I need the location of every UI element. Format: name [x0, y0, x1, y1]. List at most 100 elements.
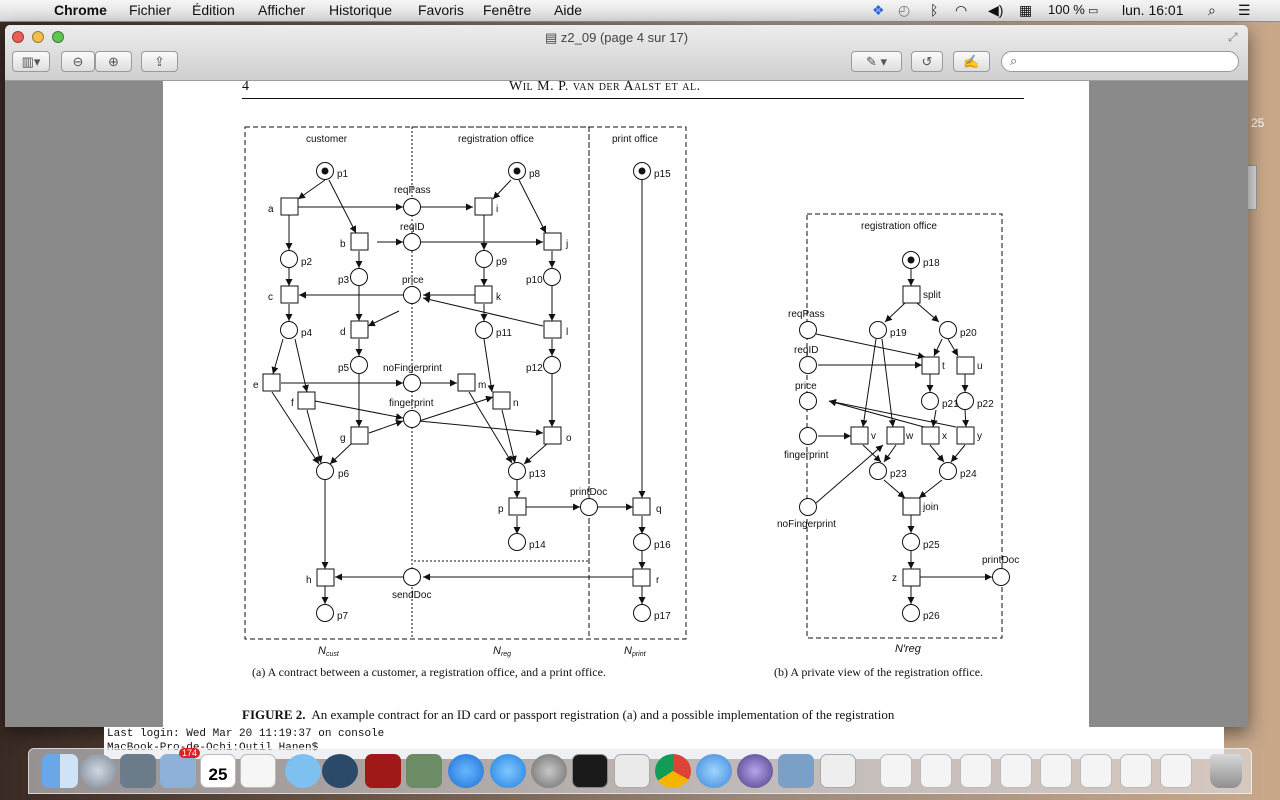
menu-file[interactable]: Fichier	[129, 2, 171, 18]
menu-edit[interactable]: Édition	[192, 2, 235, 18]
time-machine-icon[interactable]: ◴	[898, 2, 910, 19]
figure-caption-text: An example contract for an ID card or pa…	[311, 707, 895, 722]
eclipse-icon[interactable]	[737, 754, 773, 788]
transition-label: o	[566, 433, 572, 444]
channel-label: reqID	[400, 222, 424, 233]
system-preferences-icon[interactable]	[531, 754, 567, 788]
app-menu[interactable]: Chrome	[54, 2, 107, 18]
spotlight-icon[interactable]: ⌕	[1208, 2, 1216, 19]
transition-label: j	[565, 239, 568, 250]
edit-toolbar-button[interactable]: ✍	[953, 51, 990, 72]
transition-label: h	[306, 575, 312, 586]
petri-net-figure: customer registration office print offic…	[244, 126, 1019, 658]
clock[interactable]: lun. 16:01	[1122, 2, 1184, 18]
itunes-icon[interactable]	[448, 754, 484, 788]
iphoto-icon[interactable]	[406, 754, 442, 788]
documents-folder-icon[interactable]	[820, 754, 856, 788]
minimized-window-icon[interactable]	[1000, 754, 1032, 788]
arcs-a	[271, 179, 646, 604]
fullscreen-icon[interactable]: ⤢	[1228, 30, 1238, 45]
transition-label: y	[977, 431, 982, 442]
minimized-window-icon[interactable]	[880, 754, 912, 788]
mail-badge: 174	[178, 748, 200, 758]
title-bar: ▤ z2_09 (page 4 sur 17) ⤢ ▥▾ ⊖ ⊕ ⇪ ✎ ▾ ↺…	[5, 25, 1248, 81]
chrome-icon[interactable]	[655, 754, 691, 788]
place-label: p24	[960, 469, 977, 480]
transition-label: a	[268, 204, 274, 215]
calendar-icon[interactable]: 25	[200, 754, 236, 788]
mail-icon[interactable]: 174	[160, 748, 200, 788]
place-label: p14	[529, 540, 546, 551]
menu-bookmarks[interactable]: Favoris	[418, 2, 464, 18]
rotate-button[interactable]: ↺	[911, 51, 943, 72]
battery-icon[interactable]: ▭	[1088, 4, 1098, 17]
minimized-window-icon[interactable]	[1040, 754, 1072, 788]
minimized-window-icon[interactable]	[920, 754, 952, 788]
transition-label: d	[340, 327, 346, 338]
minimized-window-icon[interactable]	[1120, 754, 1152, 788]
window-title-text: z2_09 (page 4 sur 17)	[560, 30, 689, 45]
place-label: p9	[496, 257, 508, 268]
app-store-icon[interactable]	[490, 754, 526, 788]
sidebar-toggle-button[interactable]: ▥▾	[12, 51, 50, 72]
place-label: p1	[337, 169, 349, 180]
place-label: p22	[977, 399, 994, 410]
minimized-window-icon[interactable]	[1080, 754, 1112, 788]
zoom-button[interactable]	[52, 31, 64, 43]
keyboard-icon[interactable]: ▦	[1019, 2, 1032, 19]
transition-label: k	[496, 292, 502, 303]
search-input[interactable]: ⌕	[1001, 51, 1239, 72]
notification-center-icon[interactable]: ☰	[1238, 2, 1251, 19]
menu-history[interactable]: Historique	[329, 2, 392, 18]
bluetooth-icon[interactable]: ᛒ	[930, 2, 938, 18]
wifi-icon[interactable]: ◠	[955, 2, 967, 19]
annotate-button[interactable]: ✎ ▾	[851, 51, 902, 72]
document-icon: ▤	[545, 30, 561, 45]
menu-view[interactable]: Afficher	[258, 2, 305, 18]
messages-icon[interactable]	[285, 754, 321, 788]
minimized-window-icon[interactable]	[960, 754, 992, 788]
place-label: p16	[654, 540, 671, 551]
place-label: p20	[960, 328, 977, 339]
facetime-icon[interactable]	[322, 754, 358, 788]
transition-label: g	[340, 433, 346, 444]
finder-icon[interactable]	[42, 754, 78, 788]
figure-b	[799, 213, 1010, 639]
menu-help[interactable]: Aide	[554, 2, 582, 18]
transition-label: n	[513, 398, 519, 409]
menu-window[interactable]: Fenêtre	[483, 2, 531, 18]
share-button[interactable]: ⇪	[141, 51, 178, 72]
trash-icon[interactable]	[1210, 754, 1242, 788]
pdf-page: 4 Wil M. P. van der Aalst et al. custome…	[163, 81, 1089, 727]
volume-icon[interactable]: ◀)	[988, 2, 1003, 19]
transition-label: p	[498, 504, 504, 515]
place-label: p15	[654, 169, 671, 180]
desktop-label: 25	[1251, 116, 1265, 130]
place-label: p7	[337, 611, 349, 622]
transition-label: i	[496, 204, 498, 215]
dropbox-icon[interactable]: ❖	[872, 2, 885, 19]
close-button[interactable]	[12, 31, 24, 43]
dashboard-icon[interactable]	[120, 754, 156, 788]
battery-percent[interactable]: 100 %	[1048, 2, 1085, 17]
region-label-b: registration office	[861, 221, 937, 232]
channel-label: printDoc	[570, 487, 607, 498]
transition-label: l	[566, 327, 568, 338]
zoom-out-button[interactable]: ⊖	[61, 51, 95, 72]
textedit-icon[interactable]	[614, 754, 650, 788]
reminders-icon[interactable]	[240, 754, 276, 788]
transition-label: b	[340, 239, 346, 250]
zoom-in-button[interactable]: ⊕	[95, 51, 132, 72]
registration-office-region	[412, 126, 590, 562]
launchpad-icon[interactable]	[80, 754, 116, 788]
minimize-button[interactable]	[32, 31, 44, 43]
terminal-line: Last login: Wed Mar 20 11:19:37 on conso…	[107, 728, 385, 740]
preview-icon[interactable]	[778, 754, 814, 788]
net-label-reg: Nreg	[493, 645, 511, 658]
minimized-window-icon[interactable]	[1160, 754, 1192, 788]
photo-booth-icon[interactable]	[365, 754, 401, 788]
place-label: p19	[890, 328, 907, 339]
network-icon[interactable]	[696, 754, 732, 788]
terminal-icon[interactable]	[572, 754, 608, 788]
tokens-a	[321, 167, 646, 175]
